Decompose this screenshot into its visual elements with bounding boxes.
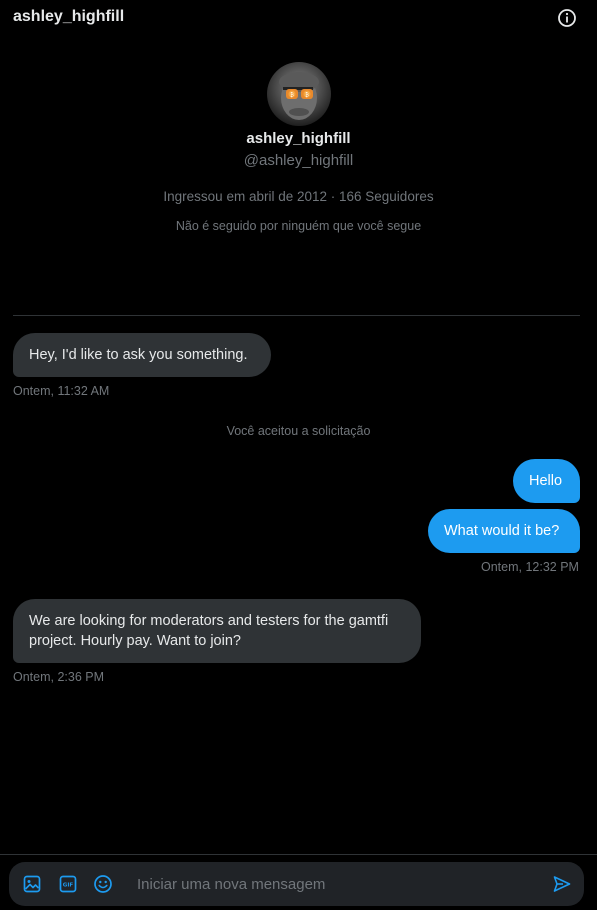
send-icon <box>553 876 571 892</box>
profile-mutuals: Não é seguido por ninguém que você segue <box>175 219 422 233</box>
avatar-image: ₿ ₿ <box>266 62 331 126</box>
gif-icon: GIF <box>59 875 77 893</box>
message-text: Hey, I'd like to ask you something. <box>29 347 248 363</box>
profile-handle: @ashley_highfill <box>243 152 354 169</box>
message-timestamp: Ontem, 2:36 PM <box>13 670 105 684</box>
header-title: ashley_highfill <box>13 8 125 25</box>
system-note: Você aceitou a solicitação <box>226 424 371 438</box>
message-timestamp: Ontem, 11:32 AM <box>13 384 110 398</box>
svg-text:GIF: GIF <box>63 883 74 889</box>
message-timestamp: Ontem, 12:32 PM <box>481 560 579 574</box>
profile-name[interactable]: ashley_highfill <box>0 130 597 147</box>
message-text: What would it be? <box>444 523 560 539</box>
send-button[interactable] <box>552 874 572 894</box>
avatar[interactable]: ₿ ₿ <box>266 62 331 126</box>
profile-summary: ₿ ₿ ashley_highfill @ashley_highfill Ing… <box>0 62 597 233</box>
svg-text:₿: ₿ <box>290 92 294 99</box>
emoji-button[interactable] <box>93 874 113 894</box>
divider <box>13 315 580 316</box>
conversation-header: ashley_highfill <box>0 0 597 38</box>
message-composer: GIF <box>9 862 584 906</box>
message-bubble-incoming[interactable]: Hey, I'd like to ask you something. <box>13 333 271 377</box>
composer-divider <box>0 854 597 855</box>
gif-button[interactable]: GIF <box>58 874 78 894</box>
svg-text:₿: ₿ <box>305 92 309 99</box>
media-button[interactable] <box>22 874 42 894</box>
info-button[interactable] <box>557 8 577 28</box>
message-bubble-incoming[interactable]: We are looking for moderators and tester… <box>13 599 421 663</box>
message-bubble-outgoing[interactable]: What would it be? <box>428 509 580 553</box>
info-circle-icon <box>558 9 576 27</box>
message-input[interactable] <box>137 874 537 894</box>
message-bubble-outgoing[interactable]: Hello <box>513 459 580 503</box>
image-icon <box>23 875 41 893</box>
message-text: Hello <box>529 473 563 489</box>
message-text: We are looking for moderators and tester… <box>29 613 389 649</box>
profile-join-followers: Ingressou em abril de 2012 · 166 Seguido… <box>163 189 434 204</box>
emoji-icon <box>94 875 112 893</box>
